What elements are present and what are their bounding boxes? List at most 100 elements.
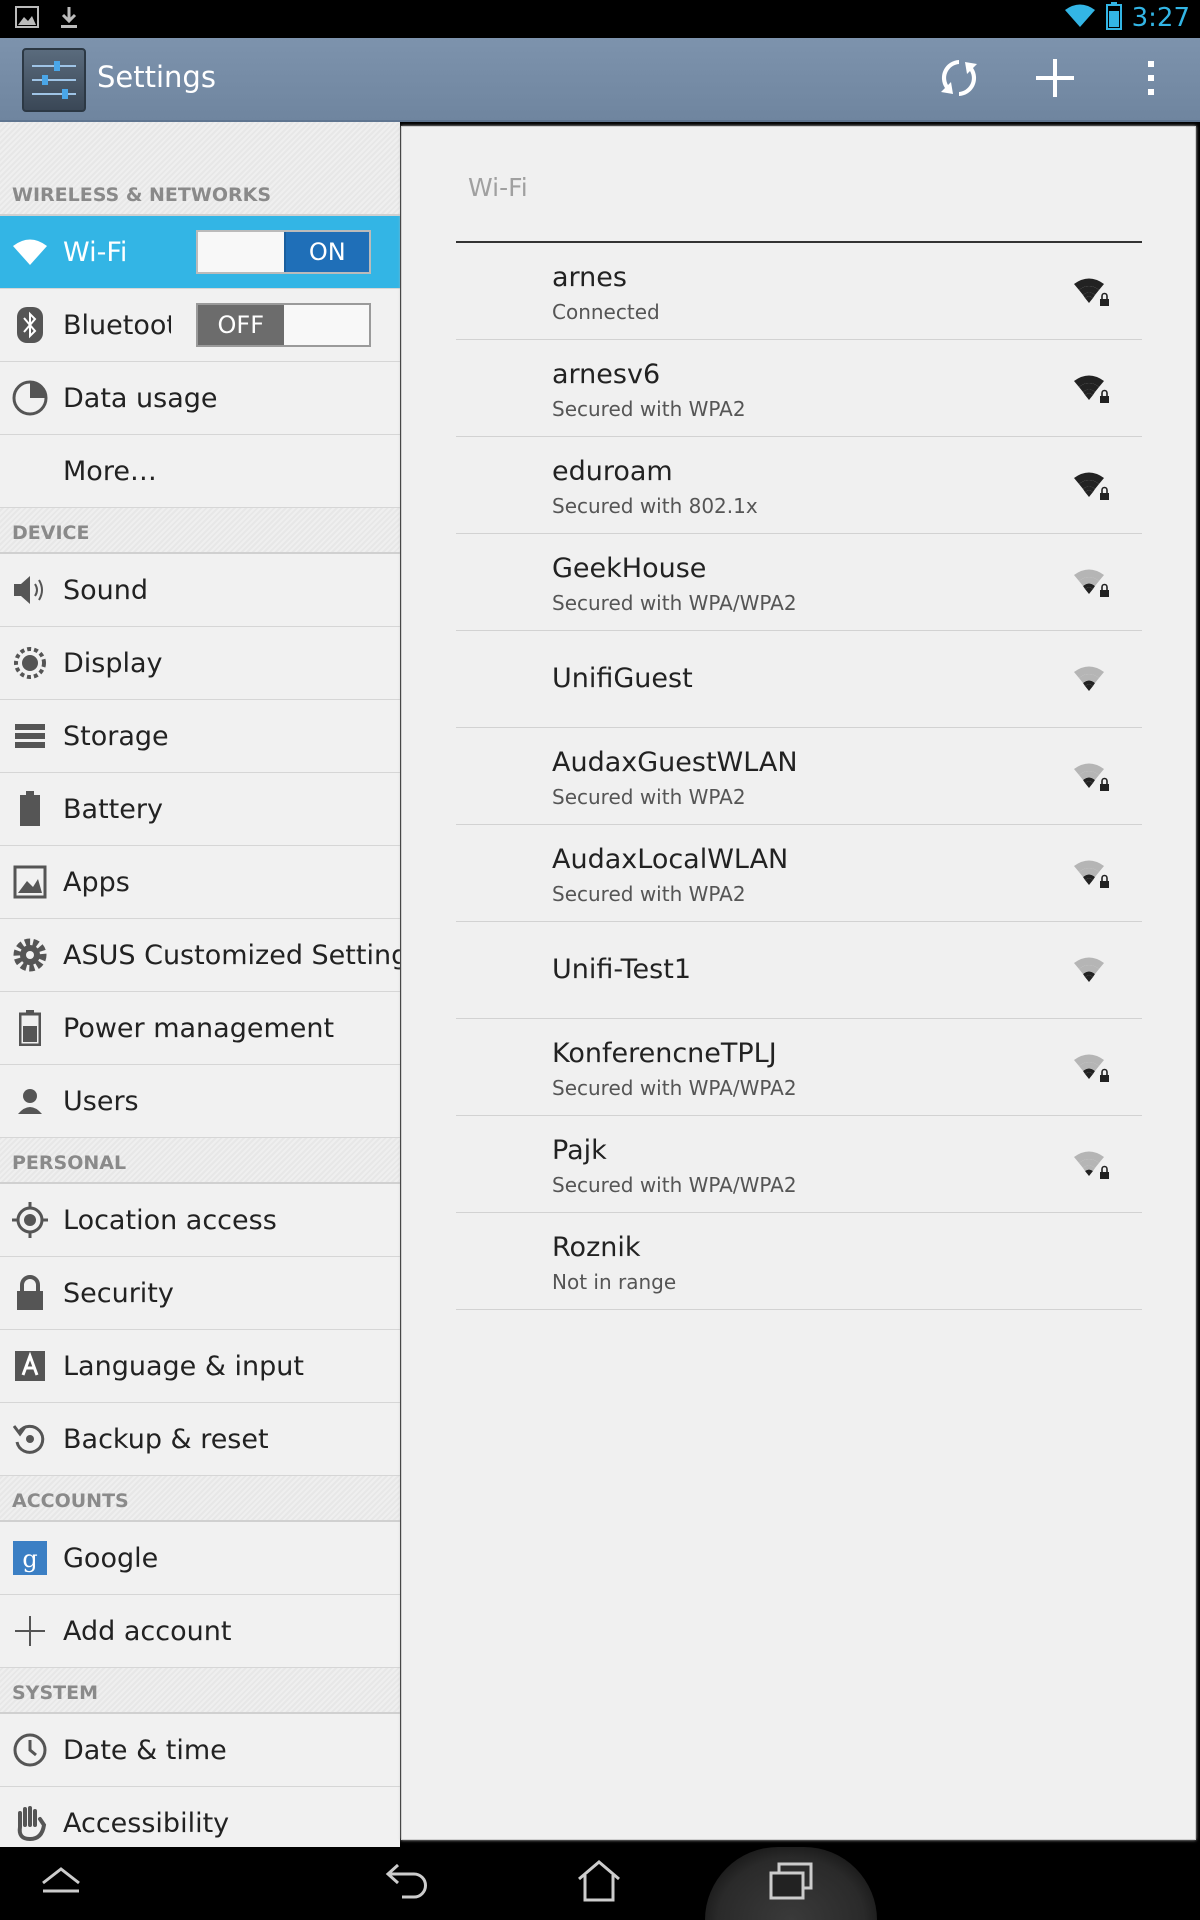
wifi-network-list: arnes Connected arnesv6 Secured with WPA2 ed… <box>456 243 1142 1310</box>
status-clock: 3:27 <box>1131 3 1190 33</box>
network-name: Roznik <box>552 1232 641 1263</box>
sidebar-item-users[interactable]: Users <box>0 1065 400 1138</box>
backup-icon <box>12 1421 48 1457</box>
wifi-signal-locked-icon <box>1072 857 1110 889</box>
data-usage-icon <box>12 380 48 416</box>
wifi-network-row[interactable]: eduroam Secured with 802.1x <box>456 437 1142 534</box>
sidebar-item-asus-customized-setting[interactable]: ASUS Customized Setting <box>0 919 400 992</box>
sidebar-item-data-usage[interactable]: Data usage <box>0 362 400 435</box>
wifi-signal-icon <box>1072 663 1110 695</box>
bluetooth-toggle[interactable]: OFF <box>196 303 371 347</box>
sidebar-item-label: Google <box>63 1542 159 1574</box>
sidebar-item-accessibility[interactable]: Accessibility <box>0 1787 400 1847</box>
add-network-button[interactable] <box>1019 48 1091 112</box>
sidebar-item-label: Wi-Fi <box>63 236 128 268</box>
sidebar-item-location-access[interactable]: Location access <box>0 1184 400 1257</box>
wifi-detail-panel: Wi-Fi arnes Connected arnesv6 Secured with … <box>401 126 1196 1840</box>
recent-apps-button[interactable] <box>746 1855 836 1911</box>
add-network-icon <box>1034 57 1076 103</box>
sidebar-item-label: Sound <box>63 574 149 606</box>
network-status: Not in range <box>552 1270 677 1294</box>
network-name: Unifi-Test1 <box>552 954 691 985</box>
sidebar-item-date-time[interactable]: Date & time <box>0 1714 400 1787</box>
wifi-network-row[interactable]: AudaxLocalWLAN Secured with WPA2 <box>456 825 1142 922</box>
wifi-signal-locked-icon <box>1072 1148 1110 1180</box>
settings-app-icon[interactable] <box>22 48 86 112</box>
refresh-wifi-icon <box>937 56 981 104</box>
network-name: KonferencneTPLJ <box>552 1038 777 1069</box>
sidebar-item-label: Power management <box>63 1012 335 1044</box>
sidebar-item-label: Users <box>63 1085 139 1117</box>
bluetooth-icon <box>12 307 48 343</box>
wifi-network-row[interactable]: arnesv6 Secured with WPA2 <box>456 340 1142 437</box>
network-status: Secured with 802.1x <box>552 494 758 518</box>
network-name: AudaxGuestWLAN <box>552 747 798 778</box>
wifi-network-row[interactable]: arnes Connected <box>456 243 1142 340</box>
wifi-network-row[interactable]: AudaxGuestWLAN Secured with WPA2 <box>456 728 1142 825</box>
wifi-icon <box>12 234 48 270</box>
page-title: Settings <box>97 60 216 94</box>
sidebar-item-backup-reset[interactable]: Backup & reset <box>0 1403 400 1476</box>
sidebar-item-google[interactable]: g Google <box>0 1522 400 1595</box>
sidebar-item-label: Backup & reset <box>63 1423 269 1455</box>
sidebar-item-sound[interactable]: Sound <box>0 554 400 627</box>
sidebar-item-label: Storage <box>63 720 169 752</box>
user-icon <box>12 1083 48 1119</box>
sidebar-item-label: Date & time <box>63 1734 227 1766</box>
toggle-state: OFF <box>198 305 284 345</box>
brightness-icon <box>12 645 48 681</box>
network-status: Connected <box>552 300 660 324</box>
sidebar-item-language-input[interactable]: Language & input <box>0 1330 400 1403</box>
speaker-icon <box>12 572 48 608</box>
sidebar-item-power-management[interactable]: Power management <box>0 992 400 1065</box>
network-name: arnes <box>552 262 627 293</box>
sidebar-item-security[interactable]: Security <box>0 1257 400 1330</box>
sidebar-top-strip <box>0 122 400 170</box>
gallery-notification-icon <box>14 4 40 34</box>
refresh-wifi-button[interactable] <box>923 48 995 112</box>
sidebar-item-label: More… <box>63 455 157 487</box>
sidebar-item-storage[interactable]: Storage <box>0 700 400 773</box>
wifi-network-row[interactable]: Roznik Not in range <box>456 1213 1142 1310</box>
detail-title: Wi-Fi <box>468 173 528 202</box>
overflow-menu-button[interactable] <box>1115 48 1187 112</box>
sidebar-item-wifi[interactable]: Wi-Fi ON <box>0 216 400 289</box>
sidebar-item-apps[interactable]: Apps <box>0 846 400 919</box>
sidebar-item-display[interactable]: Display <box>0 627 400 700</box>
sidebar-item-more[interactable]: More… <box>0 435 400 508</box>
apps-icon <box>12 864 48 900</box>
section-header-wireless: WIRELESS & NETWORKS <box>0 170 400 216</box>
network-status: Secured with WPA2 <box>552 882 746 906</box>
wifi-network-row[interactable]: Pajk Secured with WPA/WPA2 <box>456 1116 1142 1213</box>
lock-icon <box>12 1275 48 1311</box>
home-button[interactable] <box>554 1855 644 1911</box>
sidebar-item-label: Bluetooth <box>63 309 171 341</box>
sidebar-item-add-account[interactable]: Add account <box>0 1595 400 1668</box>
wifi-network-row[interactable]: KonferencneTPLJ Secured with WPA/WPA2 <box>456 1019 1142 1116</box>
wifi-signal-locked-icon <box>1072 760 1110 792</box>
collapse-icon <box>39 1865 83 1901</box>
collapse-button[interactable] <box>16 1855 106 1911</box>
status-bar: 3:27 <box>0 0 1200 38</box>
wifi-network-row[interactable]: Unifi-Test1 <box>456 922 1142 1019</box>
sidebar-item-label: Security <box>63 1277 174 1309</box>
network-status: Secured with WPA2 <box>552 397 746 421</box>
network-status: Secured with WPA/WPA2 <box>552 1173 797 1197</box>
network-name: arnesv6 <box>552 359 661 390</box>
network-status: Secured with WPA/WPA2 <box>552 591 797 615</box>
wifi-network-row[interactable]: UnifiGuest <box>456 631 1142 728</box>
plus-icon <box>12 1613 48 1649</box>
wifi-network-row[interactable]: GeekHouse Secured with WPA/WPA2 <box>456 534 1142 631</box>
sidebar-item-label: Location access <box>63 1204 277 1236</box>
back-button[interactable] <box>363 1855 453 1911</box>
network-name: Pajk <box>552 1135 607 1166</box>
wifi-toggle[interactable]: ON <box>196 230 371 274</box>
wifi-signal-locked-icon <box>1072 1051 1110 1083</box>
sidebar-item-label: Display <box>63 647 163 679</box>
section-header-accounts: ACCOUNTS <box>0 1476 400 1522</box>
action-bar: Settings <box>0 38 1200 122</box>
power-management-icon <box>12 1010 48 1046</box>
sidebar-item-bluetooth[interactable]: Bluetooth OFF <box>0 289 400 362</box>
google-icon: g <box>12 1540 48 1576</box>
sidebar-item-battery[interactable]: Battery <box>0 773 400 846</box>
